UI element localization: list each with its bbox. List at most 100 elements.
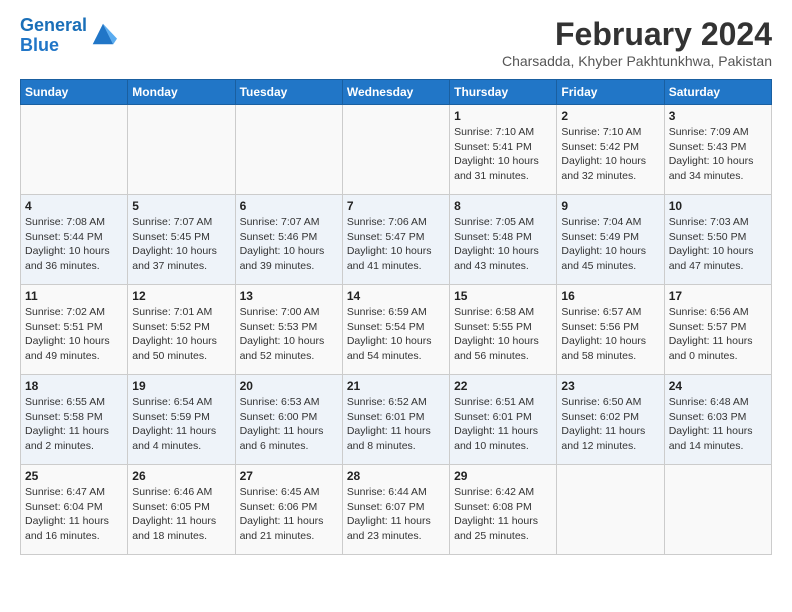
logo-icon	[89, 20, 117, 48]
day-info: Sunrise: 6:56 AM Sunset: 5:57 PM Dayligh…	[669, 305, 767, 364]
day-number: 14	[347, 289, 445, 303]
page-header: GeneralBlue February 2024 Charsadda, Khy…	[20, 16, 772, 69]
calendar-subtitle: Charsadda, Khyber Pakhtunkhwa, Pakistan	[502, 53, 772, 69]
day-cell: 8 Sunrise: 7:05 AM Sunset: 5:48 PM Daylig…	[450, 195, 557, 285]
day-info: Sunrise: 7:05 AM Sunset: 5:48 PM Dayligh…	[454, 215, 552, 274]
day-number: 20	[240, 379, 338, 393]
day-info: Sunrise: 6:47 AM Sunset: 6:04 PM Dayligh…	[25, 485, 123, 544]
day-info: Sunrise: 7:00 AM Sunset: 5:53 PM Dayligh…	[240, 305, 338, 364]
day-cell	[342, 105, 449, 195]
day-cell: 22Sunrise: 6:51 AM Sunset: 6:01 PM Dayli…	[450, 375, 557, 465]
day-number: 1	[454, 109, 552, 123]
day-info: Sunrise: 6:54 AM Sunset: 5:59 PM Dayligh…	[132, 395, 230, 454]
day-cell	[235, 105, 342, 195]
day-cell: 25 Sunrise: 6:47 AM Sunset: 6:04 PM Dayli…	[21, 465, 128, 555]
day-cell: 7 Sunrise: 7:06 AM Sunset: 5:47 PM Daylig…	[342, 195, 449, 285]
day-number: 16	[561, 289, 659, 303]
day-cell: 27 Sunrise: 6:45 AM Sunset: 6:06 PM Dayli…	[235, 465, 342, 555]
day-number: 19	[132, 379, 230, 393]
day-cell: 29 Sunrise: 6:42 AM Sunset: 6:08 PM Dayli…	[450, 465, 557, 555]
column-header-friday: Friday	[557, 80, 664, 105]
day-cell: 5Sunrise: 7:07 AM Sunset: 5:45 PM Daylig…	[128, 195, 235, 285]
day-cell: 23 Sunrise: 6:50 AM Sunset: 6:02 PM Dayli…	[557, 375, 664, 465]
day-number: 13	[240, 289, 338, 303]
day-info: Sunrise: 6:48 AM Sunset: 6:03 PM Dayligh…	[669, 395, 767, 454]
day-number: 23	[561, 379, 659, 393]
calendar-body: 1Sunrise: 7:10 AM Sunset: 5:41 PM Daylig…	[21, 105, 772, 555]
day-info: Sunrise: 7:08 AM Sunset: 5:44 PM Dayligh…	[25, 215, 123, 274]
column-header-thursday: Thursday	[450, 80, 557, 105]
day-info: Sunrise: 7:07 AM Sunset: 5:46 PM Dayligh…	[240, 215, 338, 274]
week-row-1: 1Sunrise: 7:10 AM Sunset: 5:41 PM Daylig…	[21, 105, 772, 195]
day-info: Sunrise: 6:57 AM Sunset: 5:56 PM Dayligh…	[561, 305, 659, 364]
day-info: Sunrise: 7:06 AM Sunset: 5:47 PM Dayligh…	[347, 215, 445, 274]
day-cell	[21, 105, 128, 195]
day-cell: 21 Sunrise: 6:52 AM Sunset: 6:01 PM Dayli…	[342, 375, 449, 465]
day-cell: 19 Sunrise: 6:54 AM Sunset: 5:59 PM Dayli…	[128, 375, 235, 465]
day-number: 28	[347, 469, 445, 483]
week-row-3: 11Sunrise: 7:02 AM Sunset: 5:51 PM Dayli…	[21, 285, 772, 375]
title-block: February 2024 Charsadda, Khyber Pakhtunk…	[502, 16, 772, 69]
day-info: Sunrise: 7:03 AM Sunset: 5:50 PM Dayligh…	[669, 215, 767, 274]
day-cell: 9 Sunrise: 7:04 AM Sunset: 5:49 PM Daylig…	[557, 195, 664, 285]
day-cell: 4 Sunrise: 7:08 AM Sunset: 5:44 PM Daylig…	[21, 195, 128, 285]
day-cell: 15 Sunrise: 6:58 AM Sunset: 5:55 PM Dayli…	[450, 285, 557, 375]
day-number: 18	[25, 379, 123, 393]
day-cell	[557, 465, 664, 555]
day-cell: 14 Sunrise: 6:59 AM Sunset: 5:54 PM Dayli…	[342, 285, 449, 375]
day-number: 2	[561, 109, 659, 123]
day-info: Sunrise: 7:09 AM Sunset: 5:43 PM Dayligh…	[669, 125, 767, 184]
day-info: Sunrise: 7:01 AM Sunset: 5:52 PM Dayligh…	[132, 305, 230, 364]
column-header-saturday: Saturday	[664, 80, 771, 105]
day-cell: 28 Sunrise: 6:44 AM Sunset: 6:07 PM Dayli…	[342, 465, 449, 555]
week-row-2: 4 Sunrise: 7:08 AM Sunset: 5:44 PM Daylig…	[21, 195, 772, 285]
column-headers: SundayMondayTuesdayWednesdayThursdayFrid…	[21, 80, 772, 105]
day-number: 15	[454, 289, 552, 303]
calendar-table: SundayMondayTuesdayWednesdayThursdayFrid…	[20, 79, 772, 555]
day-info: Sunrise: 6:58 AM Sunset: 5:55 PM Dayligh…	[454, 305, 552, 364]
day-cell: 2Sunrise: 7:10 AM Sunset: 5:42 PM Daylig…	[557, 105, 664, 195]
day-number: 7	[347, 199, 445, 213]
day-info: Sunrise: 6:44 AM Sunset: 6:07 PM Dayligh…	[347, 485, 445, 544]
day-info: Sunrise: 7:02 AM Sunset: 5:51 PM Dayligh…	[25, 305, 123, 364]
day-cell: 10 Sunrise: 7:03 AM Sunset: 5:50 PM Dayli…	[664, 195, 771, 285]
day-number: 29	[454, 469, 552, 483]
day-cell: 18 Sunrise: 6:55 AM Sunset: 5:58 PM Dayli…	[21, 375, 128, 465]
day-number: 17	[669, 289, 767, 303]
week-row-4: 18 Sunrise: 6:55 AM Sunset: 5:58 PM Dayli…	[21, 375, 772, 465]
day-info: Sunrise: 6:50 AM Sunset: 6:02 PM Dayligh…	[561, 395, 659, 454]
day-info: Sunrise: 6:52 AM Sunset: 6:01 PM Dayligh…	[347, 395, 445, 454]
day-number: 24	[669, 379, 767, 393]
day-number: 21	[347, 379, 445, 393]
day-cell: 17 Sunrise: 6:56 AM Sunset: 5:57 PM Dayli…	[664, 285, 771, 375]
day-info: Sunrise: 7:04 AM Sunset: 5:49 PM Dayligh…	[561, 215, 659, 274]
day-cell: 12Sunrise: 7:01 AM Sunset: 5:52 PM Dayli…	[128, 285, 235, 375]
day-number: 5	[132, 199, 230, 213]
calendar-title: February 2024	[502, 16, 772, 53]
day-number: 9	[561, 199, 659, 213]
column-header-wednesday: Wednesday	[342, 80, 449, 105]
logo-text: GeneralBlue	[20, 16, 87, 56]
day-info: Sunrise: 6:42 AM Sunset: 6:08 PM Dayligh…	[454, 485, 552, 544]
day-number: 6	[240, 199, 338, 213]
day-info: Sunrise: 6:45 AM Sunset: 6:06 PM Dayligh…	[240, 485, 338, 544]
day-number: 4	[25, 199, 123, 213]
week-row-5: 25 Sunrise: 6:47 AM Sunset: 6:04 PM Dayli…	[21, 465, 772, 555]
day-info: Sunrise: 6:55 AM Sunset: 5:58 PM Dayligh…	[25, 395, 123, 454]
column-header-tuesday: Tuesday	[235, 80, 342, 105]
day-number: 22	[454, 379, 552, 393]
day-cell: 26 Sunrise: 6:46 AM Sunset: 6:05 PM Dayli…	[128, 465, 235, 555]
day-number: 10	[669, 199, 767, 213]
day-info: Sunrise: 6:46 AM Sunset: 6:05 PM Dayligh…	[132, 485, 230, 544]
day-cell	[128, 105, 235, 195]
day-number: 27	[240, 469, 338, 483]
day-cell: 11Sunrise: 7:02 AM Sunset: 5:51 PM Dayli…	[21, 285, 128, 375]
day-cell	[664, 465, 771, 555]
day-info: Sunrise: 6:59 AM Sunset: 5:54 PM Dayligh…	[347, 305, 445, 364]
day-number: 26	[132, 469, 230, 483]
day-cell: 3Sunrise: 7:09 AM Sunset: 5:43 PM Daylig…	[664, 105, 771, 195]
column-header-monday: Monday	[128, 80, 235, 105]
day-number: 25	[25, 469, 123, 483]
column-header-sunday: Sunday	[21, 80, 128, 105]
day-number: 8	[454, 199, 552, 213]
